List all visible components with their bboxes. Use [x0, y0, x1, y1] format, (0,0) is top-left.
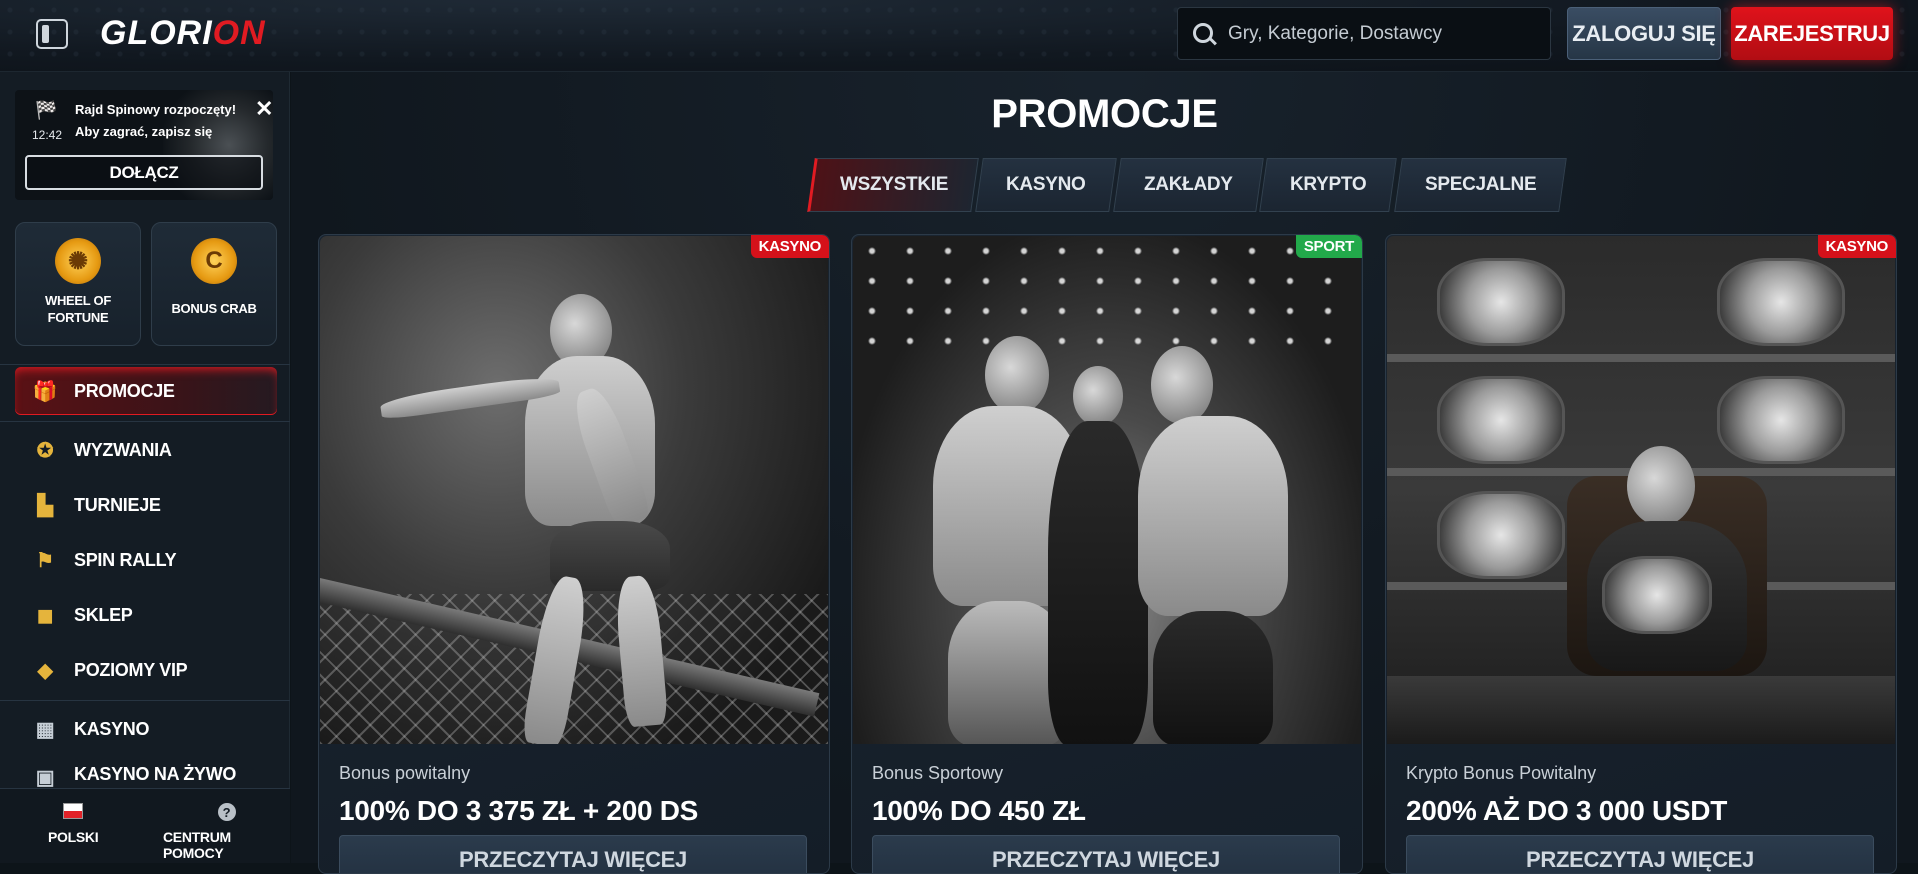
sidebar-item-label: KASYNO: [74, 718, 150, 739]
tab-label: KRYPTO: [1290, 174, 1367, 195]
category-badge: SPORT: [1295, 235, 1362, 258]
card-title: 200% AŻ DO 3 000 USDT: [1406, 795, 1728, 826]
sidebar: 🏁 12:42 Rajd Spinowy rozpoczęty! Aby zag…: [0, 72, 290, 863]
wheel-of-fortune-tile[interactable]: ✺ WHEEL OF FORTUNE: [15, 222, 141, 346]
sidebar-item-sklep[interactable]: ◼ SKLEP: [15, 591, 277, 639]
tab-label: SPECJALNE: [1424, 174, 1536, 195]
language-selector[interactable]: POLSKI: [48, 803, 99, 845]
search-icon: [1192, 22, 1216, 46]
sidebar-footer: POLSKI ? CENTRUM POMOCY: [0, 788, 290, 863]
podium-icon: ▙: [37, 494, 53, 517]
tab-krypto[interactable]: KRYPTO: [1259, 158, 1398, 212]
sidebar-item-spin-rally[interactable]: ⚑ SPIN RALLY: [15, 536, 277, 584]
promo-image-faceoff: [853, 236, 1361, 744]
slot-machine-icon: ▦: [35, 718, 55, 741]
category-badge: KASYNO: [750, 235, 829, 258]
promo-card[interactable]: SPORT Bonus Sportowy 100% DO 450 ZŁ PRZE…: [851, 234, 1363, 874]
gift-icon: 🎁: [32, 380, 58, 403]
card-subtitle: Krypto Bonus Powitalny: [1406, 763, 1597, 783]
site-logo[interactable]: GLORION: [100, 14, 266, 53]
card-title: 100% DO 450 ZŁ: [872, 795, 1086, 826]
diamond-icon: ◆: [37, 659, 53, 682]
notice-title: Rajd Spinowy rozpoczęty!: [75, 102, 237, 117]
sidebar-item-label: KASYNO NA ŻYWO: [74, 764, 237, 784]
help-icon: ?: [217, 803, 236, 821]
divider: [0, 364, 290, 365]
sidebar-item-promocje[interactable]: 🎁 PROMOCJE: [15, 367, 277, 415]
sidebar-item-label: PROMOCJE: [74, 380, 175, 401]
read-more-button[interactable]: PRZECZYTAJ WIĘCEJ: [872, 835, 1340, 873]
promo-image-fighter: [320, 236, 828, 744]
category-badge: KASYNO: [1817, 235, 1896, 258]
search-input[interactable]: [1228, 22, 1528, 45]
live-casino-icon: ▣: [35, 766, 55, 789]
language-label: POLSKI: [48, 829, 99, 845]
read-more-button[interactable]: PRZECZYTAJ WIĘCEJ: [1406, 835, 1874, 873]
sidebar-item-label: WYZWANIA: [74, 439, 172, 460]
divider: [0, 421, 290, 422]
tile-label: BONUS CRAB: [171, 301, 257, 316]
card-subtitle: Bonus powitalny: [339, 763, 471, 783]
tab-wszystkie[interactable]: WSZYSTKIE: [807, 158, 979, 212]
notice-time: 12:42: [32, 128, 63, 142]
sidebar-item-kasyno-na-zywo[interactable]: ▣ KASYNO NA ŻYWO: [15, 760, 277, 788]
sidebar-item-label: SPIN RALLY: [74, 549, 177, 570]
card-subtitle: Bonus Sportowy: [872, 763, 1004, 783]
tab-kasyno[interactable]: KASYNO: [975, 158, 1117, 212]
register-button[interactable]: ZAREJESTRUJ: [1731, 7, 1893, 60]
tab-label: WSZYSTKIE: [840, 174, 949, 195]
sidebar-item-label: POZIOMY VIP: [74, 659, 188, 680]
logo-text-part2: ON: [212, 14, 266, 52]
tab-specjalne[interactable]: SPECJALNE: [1393, 158, 1567, 212]
close-icon[interactable]: ✕: [255, 96, 273, 122]
help-center-link[interactable]: ? CENTRUM POMOCY: [163, 803, 290, 861]
logo-text-part1: GLORI: [100, 14, 213, 52]
join-button[interactable]: DOŁĄCZ: [25, 155, 263, 190]
tab-label: KASYNO: [1006, 174, 1086, 195]
checkered-flag-icon: 🏁: [35, 100, 58, 120]
login-button[interactable]: ZALOGUJ SIĘ: [1567, 7, 1721, 60]
checkered-flag-icon: ⚑: [36, 549, 54, 572]
wheel-icon: ✺: [55, 238, 101, 284]
sidebar-item-kasyno[interactable]: ▦ KASYNO: [15, 705, 277, 753]
medal-icon: ✪: [36, 439, 54, 462]
promo-tabs: WSZYSTKIE KASYNO ZAKŁADY KRYPTO SPECJALN…: [807, 158, 1567, 212]
sidebar-item-label: TURNIEJE: [74, 494, 161, 515]
promo-image-crypto-belts: [1387, 236, 1895, 744]
read-more-button[interactable]: PRZECZYTAJ WIĘCEJ: [339, 835, 807, 873]
card-title: 100% DO 3 375 ZŁ + 200 DS: [339, 795, 699, 826]
top-header: GLORION ZALOGUJ SIĘ ZAREJESTRUJ: [0, 0, 1918, 72]
sidebar-item-label: SKLEP: [74, 604, 133, 625]
page-title: PROMOCJE: [991, 92, 1218, 136]
poland-flag-icon: [63, 803, 84, 819]
help-label: CENTRUM POMOCY: [163, 829, 231, 861]
main-content: PROMOCJE WSZYSTKIE KASYNO ZAKŁADY KRYPTO…: [291, 72, 1918, 874]
spin-rally-notice: 🏁 12:42 Rajd Spinowy rozpoczęty! Aby zag…: [15, 90, 273, 200]
sidebar-item-turnieje[interactable]: ▙ TURNIEJE: [15, 481, 277, 529]
shopping-bag-icon: ◼: [36, 604, 54, 627]
search-box[interactable]: [1177, 7, 1551, 60]
sidebar-toggle-icon[interactable]: [36, 19, 68, 49]
tile-label: WHEEL OF FORTUNE: [45, 293, 111, 325]
divider: [0, 700, 290, 701]
notice-subtitle: Aby zagrać, zapisz się: [75, 124, 213, 139]
promo-card[interactable]: KASYNO Bonus powitalny 100% DO 3 375 ZŁ …: [318, 234, 830, 874]
sidebar-item-wyzwania[interactable]: ✪ WYZWANIA: [15, 426, 277, 474]
sidebar-item-poziomy-vip[interactable]: ◆ POZIOMY VIP: [15, 646, 277, 694]
crab-claw-icon: C: [191, 238, 237, 284]
bonus-crab-tile[interactable]: C BONUS CRAB: [151, 222, 277, 346]
tab-zaklady[interactable]: ZAKŁADY: [1112, 158, 1264, 212]
promo-card[interactable]: KASYNO Krypto Bonus Powitalny 200% AŻ DO…: [1385, 234, 1897, 874]
tab-label: ZAKŁADY: [1143, 174, 1233, 195]
